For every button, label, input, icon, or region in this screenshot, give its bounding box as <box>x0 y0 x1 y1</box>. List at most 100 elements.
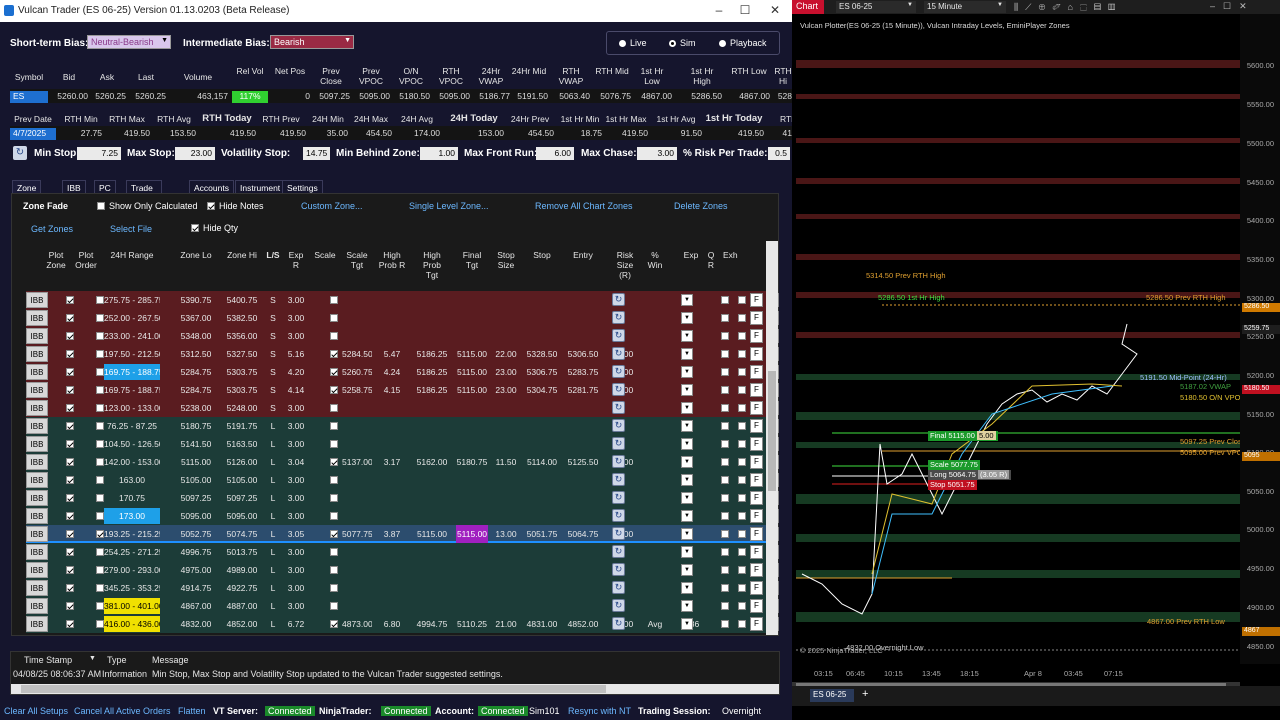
scale-checkbox[interactable] <box>330 512 338 520</box>
recycle-icon[interactable]: ↻ <box>612 563 625 576</box>
plot-order-checkbox[interactable] <box>96 350 104 358</box>
q-checkbox[interactable] <box>721 512 729 520</box>
table-row[interactable]: IBB 169.75 - 188.75 5284.75 5303.75 S 4.20 526… <box>26 363 779 381</box>
tab-pc[interactable]: PC <box>94 180 116 194</box>
chevron-down-icon[interactable]: ▼ <box>681 312 693 324</box>
tab-instrument[interactable]: Instrument <box>235 180 286 194</box>
ibb-button[interactable]: IBB <box>26 436 48 452</box>
chart-window-controls[interactable]: –☐✕ <box>1210 1 1255 12</box>
plot-order-checkbox[interactable] <box>96 494 104 502</box>
recycle-icon[interactable]: ↻ <box>612 599 625 612</box>
close-button[interactable]: ✕ <box>766 3 784 19</box>
risk-per-trade-field[interactable]: 0.5 <box>768 147 790 160</box>
scale-checkbox[interactable] <box>330 314 338 322</box>
r-checkbox[interactable] <box>738 584 746 592</box>
scale-checkbox[interactable] <box>330 350 338 358</box>
f-button[interactable]: F <box>750 473 763 487</box>
grid-column-header[interactable]: Exp <box>681 250 701 260</box>
plot-order-checkbox[interactable] <box>96 620 104 628</box>
instrument-selector[interactable]: ES 06-25 ▼ <box>836 1 916 13</box>
f-button[interactable]: F <box>750 491 763 505</box>
plot-order-checkbox[interactable] <box>96 476 104 484</box>
msg-col-timestamp[interactable]: Time Stamp <box>24 655 72 665</box>
table-row[interactable]: IBB 193.25 - 215.25 5052.75 5074.75 L 3.05 507… <box>26 525 779 543</box>
playback-radio[interactable]: Playback <box>719 38 767 48</box>
refresh-settings-icon[interactable]: ↻ <box>13 146 27 160</box>
chart-instrument-tab[interactable]: ES 06-25 <box>810 689 854 702</box>
recycle-icon[interactable]: ↻ <box>612 617 625 630</box>
show-only-calculated-checkbox[interactable]: Show Only Calculated <box>97 201 198 211</box>
grid-column-header[interactable]: Q R <box>704 250 718 270</box>
r-checkbox[interactable] <box>738 476 746 484</box>
plot-zone-checkbox[interactable] <box>66 404 74 412</box>
ibb-button[interactable]: IBB <box>26 598 48 614</box>
r-checkbox[interactable] <box>738 458 746 466</box>
ibb-button[interactable]: IBB <box>26 526 48 542</box>
r-checkbox[interactable] <box>738 404 746 412</box>
chevron-down-icon[interactable]: ▼ <box>681 546 693 558</box>
plot-zone-checkbox[interactable] <box>66 530 74 538</box>
f-button[interactable]: F <box>750 509 763 523</box>
scale-checkbox[interactable] <box>330 494 338 502</box>
plot-order-checkbox[interactable] <box>96 566 104 574</box>
r-checkbox[interactable] <box>738 440 746 448</box>
flatten-button[interactable]: Flatten <box>178 706 206 716</box>
grid-column-header[interactable]: Stop Size <box>493 250 519 270</box>
grid-column-header[interactable]: Plot Zone <box>44 250 68 270</box>
q-checkbox[interactable] <box>721 602 729 610</box>
plot-zone-checkbox[interactable] <box>66 386 74 394</box>
ibb-button[interactable]: IBB <box>26 508 48 524</box>
ibb-button[interactable]: IBB <box>26 364 48 380</box>
recycle-icon[interactable]: ↻ <box>612 419 625 432</box>
r-checkbox[interactable] <box>738 386 746 394</box>
q-checkbox[interactable] <box>721 386 729 394</box>
q-checkbox[interactable] <box>721 350 729 358</box>
q-checkbox[interactable] <box>721 296 729 304</box>
recycle-icon[interactable]: ↻ <box>612 365 625 378</box>
plot-zone-checkbox[interactable] <box>66 620 74 628</box>
q-checkbox[interactable] <box>721 458 729 466</box>
f-button[interactable]: F <box>750 329 763 343</box>
f-button[interactable]: F <box>750 545 763 559</box>
table-row[interactable]: IBB 197.50 - 212.50 5312.50 5327.50 S 5.16 528… <box>26 345 779 363</box>
chevron-down-icon[interactable]: ▼ <box>681 474 693 486</box>
intermediate-bias-dropdown[interactable]: Bearish ▼ <box>270 35 354 49</box>
r-checkbox[interactable] <box>738 602 746 610</box>
f-button[interactable]: F <box>750 599 763 613</box>
plot-zone-checkbox[interactable] <box>66 512 74 520</box>
grid-column-header[interactable]: Zone Hi <box>224 250 260 260</box>
scale-checkbox[interactable] <box>330 548 338 556</box>
table-row[interactable]: IBB 252.00 - 267.50 5367.00 5382.50 S 3.00 ↻ ▼ F… <box>26 309 779 327</box>
single-level-zone-button[interactable]: Single Level Zone... <box>409 201 489 211</box>
recycle-icon[interactable]: ↻ <box>612 473 625 486</box>
plot-zone-checkbox[interactable] <box>66 584 74 592</box>
msg-col-message[interactable]: Message <box>152 655 189 665</box>
ibb-button[interactable]: IBB <box>26 292 48 308</box>
ibb-button[interactable]: IBB <box>26 418 48 434</box>
table-row[interactable]: IBB 104.50 - 126.50 5141.50 5163.50 L 3.00 ↻ ▼ F… <box>26 435 779 453</box>
chevron-down-icon[interactable]: ▼ <box>681 384 693 396</box>
msg-col-type[interactable]: Type <box>107 655 127 665</box>
plot-zone-checkbox[interactable] <box>66 458 74 466</box>
f-button[interactable]: F <box>750 617 763 631</box>
f-button[interactable]: F <box>750 365 763 379</box>
r-checkbox[interactable] <box>738 512 746 520</box>
table-row[interactable]: IBB 254.25 - 271.25 4996.75 5013.75 L 3.00 ↻ ▼ F… <box>26 543 779 561</box>
f-button[interactable]: F <box>750 293 763 307</box>
scale-checkbox[interactable] <box>330 530 338 538</box>
horizontal-scrollbar[interactable] <box>11 684 779 694</box>
recycle-icon[interactable]: ↻ <box>612 437 625 450</box>
q-checkbox[interactable] <box>721 548 729 556</box>
table-row[interactable]: IBB 142.00 - 153.00 5115.00 5126.00 L 3.04 513… <box>26 453 779 471</box>
scale-checkbox[interactable] <box>330 368 338 376</box>
max-chase-field[interactable]: 3.00 <box>637 147 677 160</box>
ibb-button[interactable]: IBB <box>26 382 48 398</box>
interval-selector[interactable]: 15 Minute ▼ <box>924 1 1006 13</box>
plot-zone-checkbox[interactable] <box>66 494 74 502</box>
chevron-down-icon[interactable]: ▼ <box>681 438 693 450</box>
resync-button[interactable]: Resync with NT <box>568 706 631 716</box>
scale-checkbox[interactable] <box>330 386 338 394</box>
plot-zone-checkbox[interactable] <box>66 350 74 358</box>
min-behind-zone-field[interactable]: 1.00 <box>420 147 458 160</box>
recycle-icon[interactable]: ↻ <box>612 293 625 306</box>
